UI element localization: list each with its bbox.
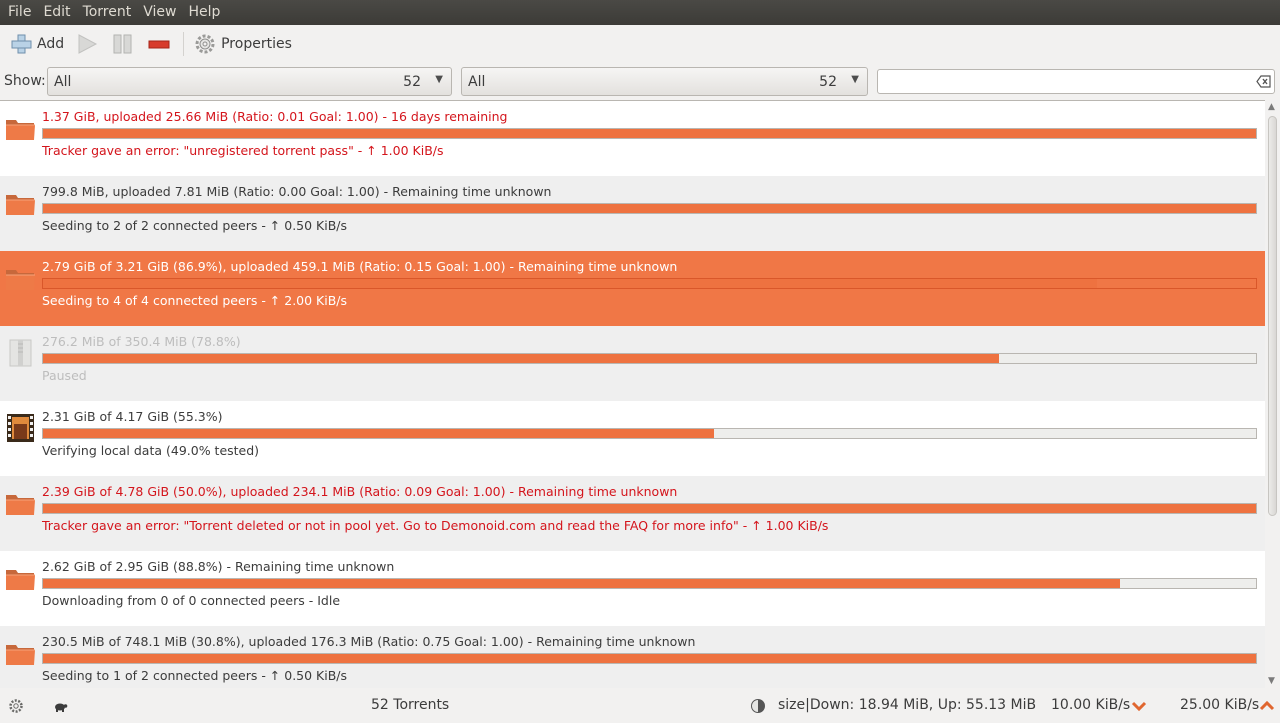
menubar: File Edit Torrent View Help: [0, 0, 1280, 25]
vertical-scrollbar[interactable]: ▲ ▼: [1265, 100, 1280, 688]
progress-bar: [42, 278, 1257, 289]
progress-bar: [42, 203, 1257, 214]
progress-bar-fill: [43, 204, 1256, 213]
progress-bar-fill: [43, 654, 1256, 663]
toolbar-separator: [183, 32, 185, 56]
progress-bar-fill: [43, 579, 1121, 588]
progress-bar: [42, 578, 1257, 589]
statusbar: 52 Torrents size|Down: 18.94 MiB, Up: 55…: [0, 689, 1280, 723]
menu-torrent[interactable]: Torrent: [77, 0, 138, 25]
torrent-row[interactable]: 2.39 GiB of 4.78 GiB (50.0%), uploaded 2…: [0, 476, 1265, 551]
upload-speed-limit[interactable]: 25.00 KiB/s: [1180, 697, 1259, 713]
torrent-row[interactable]: 2.62 GiB of 2.95 GiB (88.8%) - Remaining…: [0, 551, 1265, 626]
chevron-down-icon: ▼: [435, 74, 443, 85]
progress-bar: [42, 428, 1257, 439]
scrollbar-thumb[interactable]: [1268, 116, 1277, 516]
gear-icon: [195, 34, 215, 54]
ratio-icon[interactable]: [750, 698, 766, 714]
combo-count: 52: [819, 74, 837, 90]
properties-label: Properties: [221, 36, 292, 52]
menu-view[interactable]: View: [137, 0, 182, 25]
torrent-status-text: Verifying local data (49.0% tested): [42, 443, 260, 458]
tracker-filter-combo[interactable]: All 52 ▼: [461, 67, 868, 96]
start-button[interactable]: [71, 29, 103, 59]
torrent-row[interactable]: 1.37 GiB, uploaded 25.66 MiB (Ratio: 0.0…: [0, 101, 1265, 176]
progress-bar: [42, 503, 1257, 514]
remove-button[interactable]: [143, 29, 175, 59]
chevron-down-icon: ▼: [851, 74, 859, 85]
pause-button[interactable]: [107, 29, 139, 59]
scroll-up-icon[interactable]: ▲: [1268, 102, 1275, 112]
remove-icon: [148, 40, 170, 49]
torrent-count: 52 Torrents: [371, 697, 450, 713]
folder-icon: [5, 564, 36, 592]
torrent-progress-text: 2.31 GiB of 4.17 GiB (55.3%): [42, 409, 223, 424]
torrent-row[interactable]: 276.2 MiB of 350.4 MiB (78.8%) Paused: [0, 326, 1265, 401]
properties-button[interactable]: Properties: [190, 29, 295, 59]
download-arrow-icon: [1131, 701, 1147, 712]
combo-label: All: [54, 74, 72, 90]
torrent-status-text: Seeding to 2 of 2 connected peers - ↑ 0.…: [42, 218, 348, 233]
folder-icon: [5, 264, 36, 292]
torrent-progress-text: 1.37 GiB, uploaded 25.66 MiB (Ratio: 0.0…: [42, 109, 508, 124]
progress-bar-fill: [43, 429, 714, 438]
menu-edit[interactable]: Edit: [37, 0, 76, 25]
turtle-icon[interactable]: [52, 699, 68, 713]
progress-bar-fill: [43, 279, 1098, 288]
activity-filter-combo[interactable]: All 52 ▼: [47, 67, 452, 96]
folder-icon: [5, 114, 36, 142]
options-gear-icon[interactable]: [8, 698, 24, 714]
menu-help[interactable]: Help: [182, 0, 226, 25]
show-label: Show:: [4, 73, 46, 89]
combo-label: All: [468, 74, 486, 90]
archive-icon: [5, 339, 36, 367]
filter-bar: Show: All 52 ▼ All 52 ▼: [0, 65, 1280, 97]
play-icon: [78, 34, 98, 54]
toolbar: Add Properties: [0, 25, 1280, 63]
session-stats[interactable]: size|Down: 18.94 MiB, Up: 55.13 MiB: [778, 697, 1036, 713]
upload-arrow-icon: [1259, 700, 1275, 711]
torrent-status-text: Tracker gave an error: "unregistered tor…: [42, 143, 444, 158]
progress-bar-fill: [43, 504, 1256, 513]
torrent-row[interactable]: 230.5 MiB of 748.1 MiB (30.8%), uploaded…: [0, 626, 1265, 688]
torrent-list[interactable]: 1.37 GiB, uploaded 25.66 MiB (Ratio: 0.0…: [0, 100, 1265, 688]
torrent-row[interactable]: 799.8 MiB, uploaded 7.81 MiB (Ratio: 0.0…: [0, 176, 1265, 251]
scroll-down-icon[interactable]: ▼: [1268, 676, 1275, 686]
combo-count: 52: [403, 74, 421, 90]
progress-bar: [42, 653, 1257, 664]
torrent-progress-text: 276.2 MiB of 350.4 MiB (78.8%): [42, 334, 241, 349]
search-input[interactable]: [877, 69, 1275, 94]
torrent-status-text: Downloading from 0 of 0 connected peers …: [42, 593, 341, 608]
progress-bar: [42, 128, 1257, 139]
torrent-progress-text: 2.39 GiB of 4.78 GiB (50.0%), uploaded 2…: [42, 484, 678, 499]
folder-icon: [5, 639, 36, 667]
torrent-progress-text: 2.62 GiB of 2.95 GiB (88.8%) - Remaining…: [42, 559, 395, 574]
torrent-progress-text: 230.5 MiB of 748.1 MiB (30.8%), uploaded…: [42, 634, 696, 649]
torrent-progress-text: 799.8 MiB, uploaded 7.81 MiB (Ratio: 0.0…: [42, 184, 552, 199]
torrent-progress-text: 2.79 GiB of 3.21 GiB (86.9%), uploaded 4…: [42, 259, 678, 274]
progress-bar-fill: [43, 354, 999, 363]
torrent-row[interactable]: 2.31 GiB of 4.17 GiB (55.3%) Verifying lo…: [0, 401, 1265, 476]
torrent-row[interactable]: 2.79 GiB of 3.21 GiB (86.9%), uploaded 4…: [0, 251, 1265, 326]
add-icon: [11, 34, 32, 54]
download-speed-limit[interactable]: 10.00 KiB/s: [1051, 697, 1130, 713]
video-icon: [5, 414, 36, 442]
progress-bar: [42, 353, 1257, 364]
torrent-status-text: Seeding to 1 of 2 connected peers - ↑ 0.…: [42, 668, 348, 683]
add-button[interactable]: Add: [6, 29, 67, 59]
add-label: Add: [37, 36, 65, 52]
folder-icon: [5, 189, 36, 217]
torrent-status-text: Seeding to 4 of 4 connected peers - ↑ 2.…: [42, 293, 348, 308]
torrent-status-text: Paused: [42, 368, 87, 383]
clear-search-icon[interactable]: [1256, 74, 1271, 89]
menu-file[interactable]: File: [2, 0, 37, 25]
folder-icon: [5, 489, 36, 517]
torrent-status-text: Tracker gave an error: "Torrent deleted …: [42, 518, 829, 533]
progress-bar-fill: [43, 129, 1256, 138]
pause-icon: [113, 34, 132, 54]
